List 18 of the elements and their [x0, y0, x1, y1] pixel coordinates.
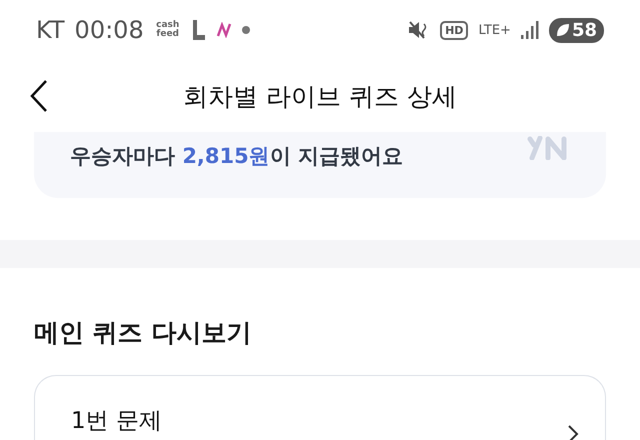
- signal-icon: [520, 21, 539, 39]
- battery-level: 58: [572, 20, 597, 40]
- network-indicator: LTE+: [478, 22, 511, 38]
- page-title: 회차별 라이브 퀴즈 상세: [183, 80, 457, 112]
- dot-icon: [242, 26, 250, 34]
- app-icon: [192, 20, 206, 40]
- app-label: cash feed: [155, 21, 180, 39]
- app-icon: [216, 22, 232, 38]
- quiz-label: 1번 문제: [71, 408, 162, 436]
- section-title: 메인 퀴즈 다시보기: [34, 317, 252, 349]
- banner-text: 우승자마다 2,815원이 지급됐어요: [70, 143, 404, 170]
- leaf-icon: [556, 23, 570, 37]
- clock: 00:08: [74, 16, 144, 44]
- carrier-name: KT: [36, 16, 65, 44]
- chevron-icon: [567, 424, 579, 440]
- back-icon[interactable]: [30, 79, 48, 113]
- hd-indicator: HD: [440, 20, 468, 40]
- quiz-item[interactable]: 1번 문제: [34, 375, 606, 440]
